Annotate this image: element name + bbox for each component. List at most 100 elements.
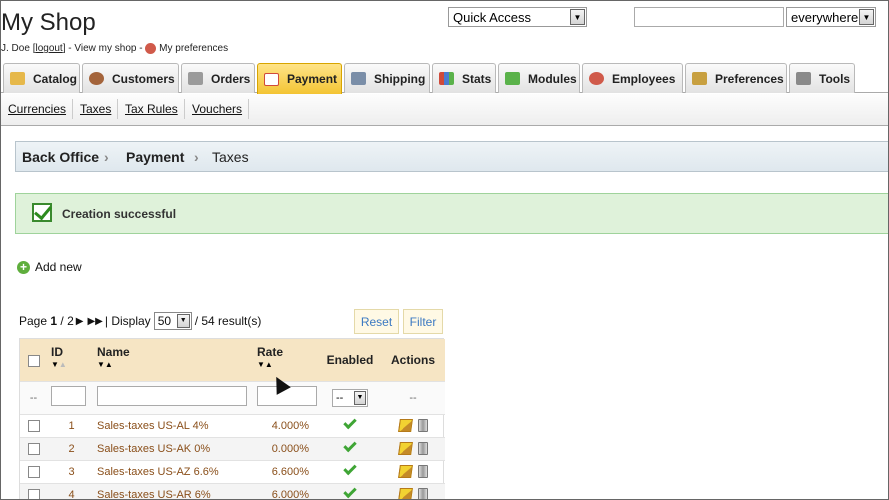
taxes-table: ID ▼▲ Name ▼▲ Rate ▼▲ Enabled Actions -- [19, 338, 445, 499]
sort-asc-icon[interactable]: ▲ [105, 360, 113, 369]
back-office-window: My Shop J. Doe [logout] - View my shop -… [0, 0, 889, 500]
delete-icon[interactable] [417, 465, 428, 478]
total-pages: 2 [67, 314, 74, 328]
sort-desc-icon[interactable]: ▼ [257, 360, 265, 369]
subnav-taxes[interactable]: Taxes [80, 102, 111, 116]
tab-payment[interactable]: Payment [257, 63, 342, 94]
chevron-right-icon: › [194, 149, 199, 165]
search-input[interactable] [634, 7, 784, 27]
success-message: Creation successful [15, 193, 888, 234]
checkbox-checked-icon [32, 203, 52, 222]
main-tabs: Catalog Customers Orders Payment Shippin… [1, 63, 888, 94]
row-checkbox[interactable] [27, 419, 40, 432]
shop-title: My Shop [1, 9, 96, 36]
chevron-right-icon: › [104, 149, 109, 165]
breadcrumb-back-office[interactable]: Back Office [22, 149, 99, 165]
tab-customers[interactable]: Customers [82, 63, 179, 93]
delete-icon[interactable] [417, 442, 428, 455]
column-name: Name ▼▲ [92, 339, 252, 381]
tax-name[interactable]: Sales-taxes US-AR 6% [92, 482, 252, 499]
tab-shipping[interactable]: Shipping [344, 63, 430, 93]
view-shop-link[interactable]: View my shop [74, 43, 136, 54]
bar-chart-icon [439, 72, 454, 85]
tab-preferences[interactable]: Preferences [685, 63, 787, 93]
wrench-icon [796, 72, 811, 85]
user-name: J. Doe [1, 43, 30, 55]
tax-name[interactable]: Sales-taxes US-AK 0% [92, 436, 252, 460]
delete-icon[interactable] [417, 419, 428, 432]
filter-row: -- -- ▼ -- [20, 380, 445, 414]
my-preferences-link[interactable]: My preferences [159, 43, 228, 54]
results-count: / 54 result(s) [194, 314, 262, 328]
table-row: 1 Sales-taxes US-AL 4% 4.000% [20, 413, 445, 437]
column-actions: Actions [381, 339, 445, 381]
chevron-down-icon: ▼ [354, 390, 366, 405]
enabled-filter-select[interactable]: -- ▼ [332, 388, 368, 407]
sort-desc-icon[interactable]: ▼ [51, 360, 59, 369]
subnav-tax-rules[interactable]: Tax Rules [125, 102, 178, 116]
preferences-icon [692, 72, 707, 85]
subnav-vouchers[interactable]: Vouchers [192, 102, 242, 116]
table-row: 2 Sales-taxes US-AK 0% 0.000% [20, 436, 445, 460]
sort-asc-icon[interactable]: ▲ [265, 360, 273, 369]
sub-navigation: Currencies Taxes Tax Rules Vouchers [1, 94, 888, 126]
table-row: 3 Sales-taxes US-AZ 6.6% 6.600% [20, 459, 445, 483]
puzzle-icon [505, 72, 520, 85]
current-page: 1 [50, 314, 58, 328]
per-page-select[interactable]: 50 ▼ [153, 312, 192, 330]
column-id: ID ▼▲ [47, 339, 92, 381]
delete-icon[interactable] [417, 488, 428, 499]
tab-catalog[interactable]: Catalog [3, 63, 80, 93]
edit-icon[interactable] [397, 465, 413, 478]
tab-employees[interactable]: Employees [582, 63, 683, 93]
truck-icon [351, 72, 366, 85]
row-checkbox[interactable] [27, 465, 40, 478]
breadcrumb-taxes: Taxes [212, 149, 249, 165]
edit-icon[interactable] [397, 488, 413, 499]
last-page-icon[interactable]: ▶▶ [87, 316, 102, 327]
logout-link[interactable]: logout [35, 43, 62, 54]
subnav-currencies[interactable]: Currencies [8, 102, 66, 116]
edit-icon[interactable] [397, 419, 413, 432]
enabled-check-icon[interactable] [343, 415, 357, 430]
enabled-check-icon[interactable] [343, 485, 357, 499]
reset-button[interactable]: Reset [354, 309, 399, 334]
id-filter-input[interactable] [51, 386, 86, 406]
tab-stats[interactable]: Stats [432, 63, 496, 93]
sort-asc-icon[interactable]: ▲ [59, 360, 67, 369]
breadcrumb-payment[interactable]: Payment [126, 149, 184, 165]
next-page-icon[interactable]: ▶ [76, 316, 84, 327]
tab-modules[interactable]: Modules [498, 63, 580, 93]
preferences-user-icon [145, 43, 157, 54]
user-bar: J. Doe [logout] - View my shop - My pref… [1, 43, 229, 55]
enabled-check-icon[interactable] [343, 438, 357, 453]
row-checkbox[interactable] [27, 442, 40, 455]
table-header-row: ID ▼▲ Name ▼▲ Rate ▼▲ Enabled Actions [20, 339, 445, 381]
chevron-down-icon: ▼ [570, 9, 585, 25]
filter-button[interactable]: Filter [403, 309, 443, 334]
name-filter-input[interactable] [97, 386, 247, 406]
pagination: Page 1 / 2 ▶ ▶▶ | Display 50 ▼ / 54 resu… [19, 312, 262, 330]
employee-icon [589, 72, 604, 85]
tab-orders[interactable]: Orders [181, 63, 255, 93]
tab-tools[interactable]: Tools [789, 63, 855, 93]
cart-icon [188, 72, 203, 85]
search-scope-select[interactable]: everywhere ▼ [786, 7, 876, 27]
breadcrumb: Back Office › Payment › Taxes [15, 141, 888, 172]
column-enabled: Enabled [319, 339, 381, 381]
sort-desc-icon[interactable]: ▼ [97, 360, 105, 369]
customer-icon [89, 72, 104, 85]
add-icon: + [17, 260, 30, 274]
payment-icon [264, 72, 279, 86]
edit-icon[interactable] [397, 442, 413, 455]
enabled-check-icon[interactable] [343, 461, 357, 476]
select-all-checkbox[interactable] [27, 354, 40, 367]
chevron-down-icon: ▼ [859, 9, 874, 25]
tax-name[interactable]: Sales-taxes US-AZ 6.6% [92, 459, 252, 483]
tax-name[interactable]: Sales-taxes US-AL 4% [92, 413, 252, 437]
success-text: Creation successful [62, 207, 177, 221]
quick-access-select[interactable]: Quick Access ▼ [448, 7, 587, 27]
add-new-link[interactable]: + Add new [17, 260, 82, 274]
row-checkbox[interactable] [27, 488, 40, 499]
chevron-down-icon: ▼ [176, 314, 190, 328]
